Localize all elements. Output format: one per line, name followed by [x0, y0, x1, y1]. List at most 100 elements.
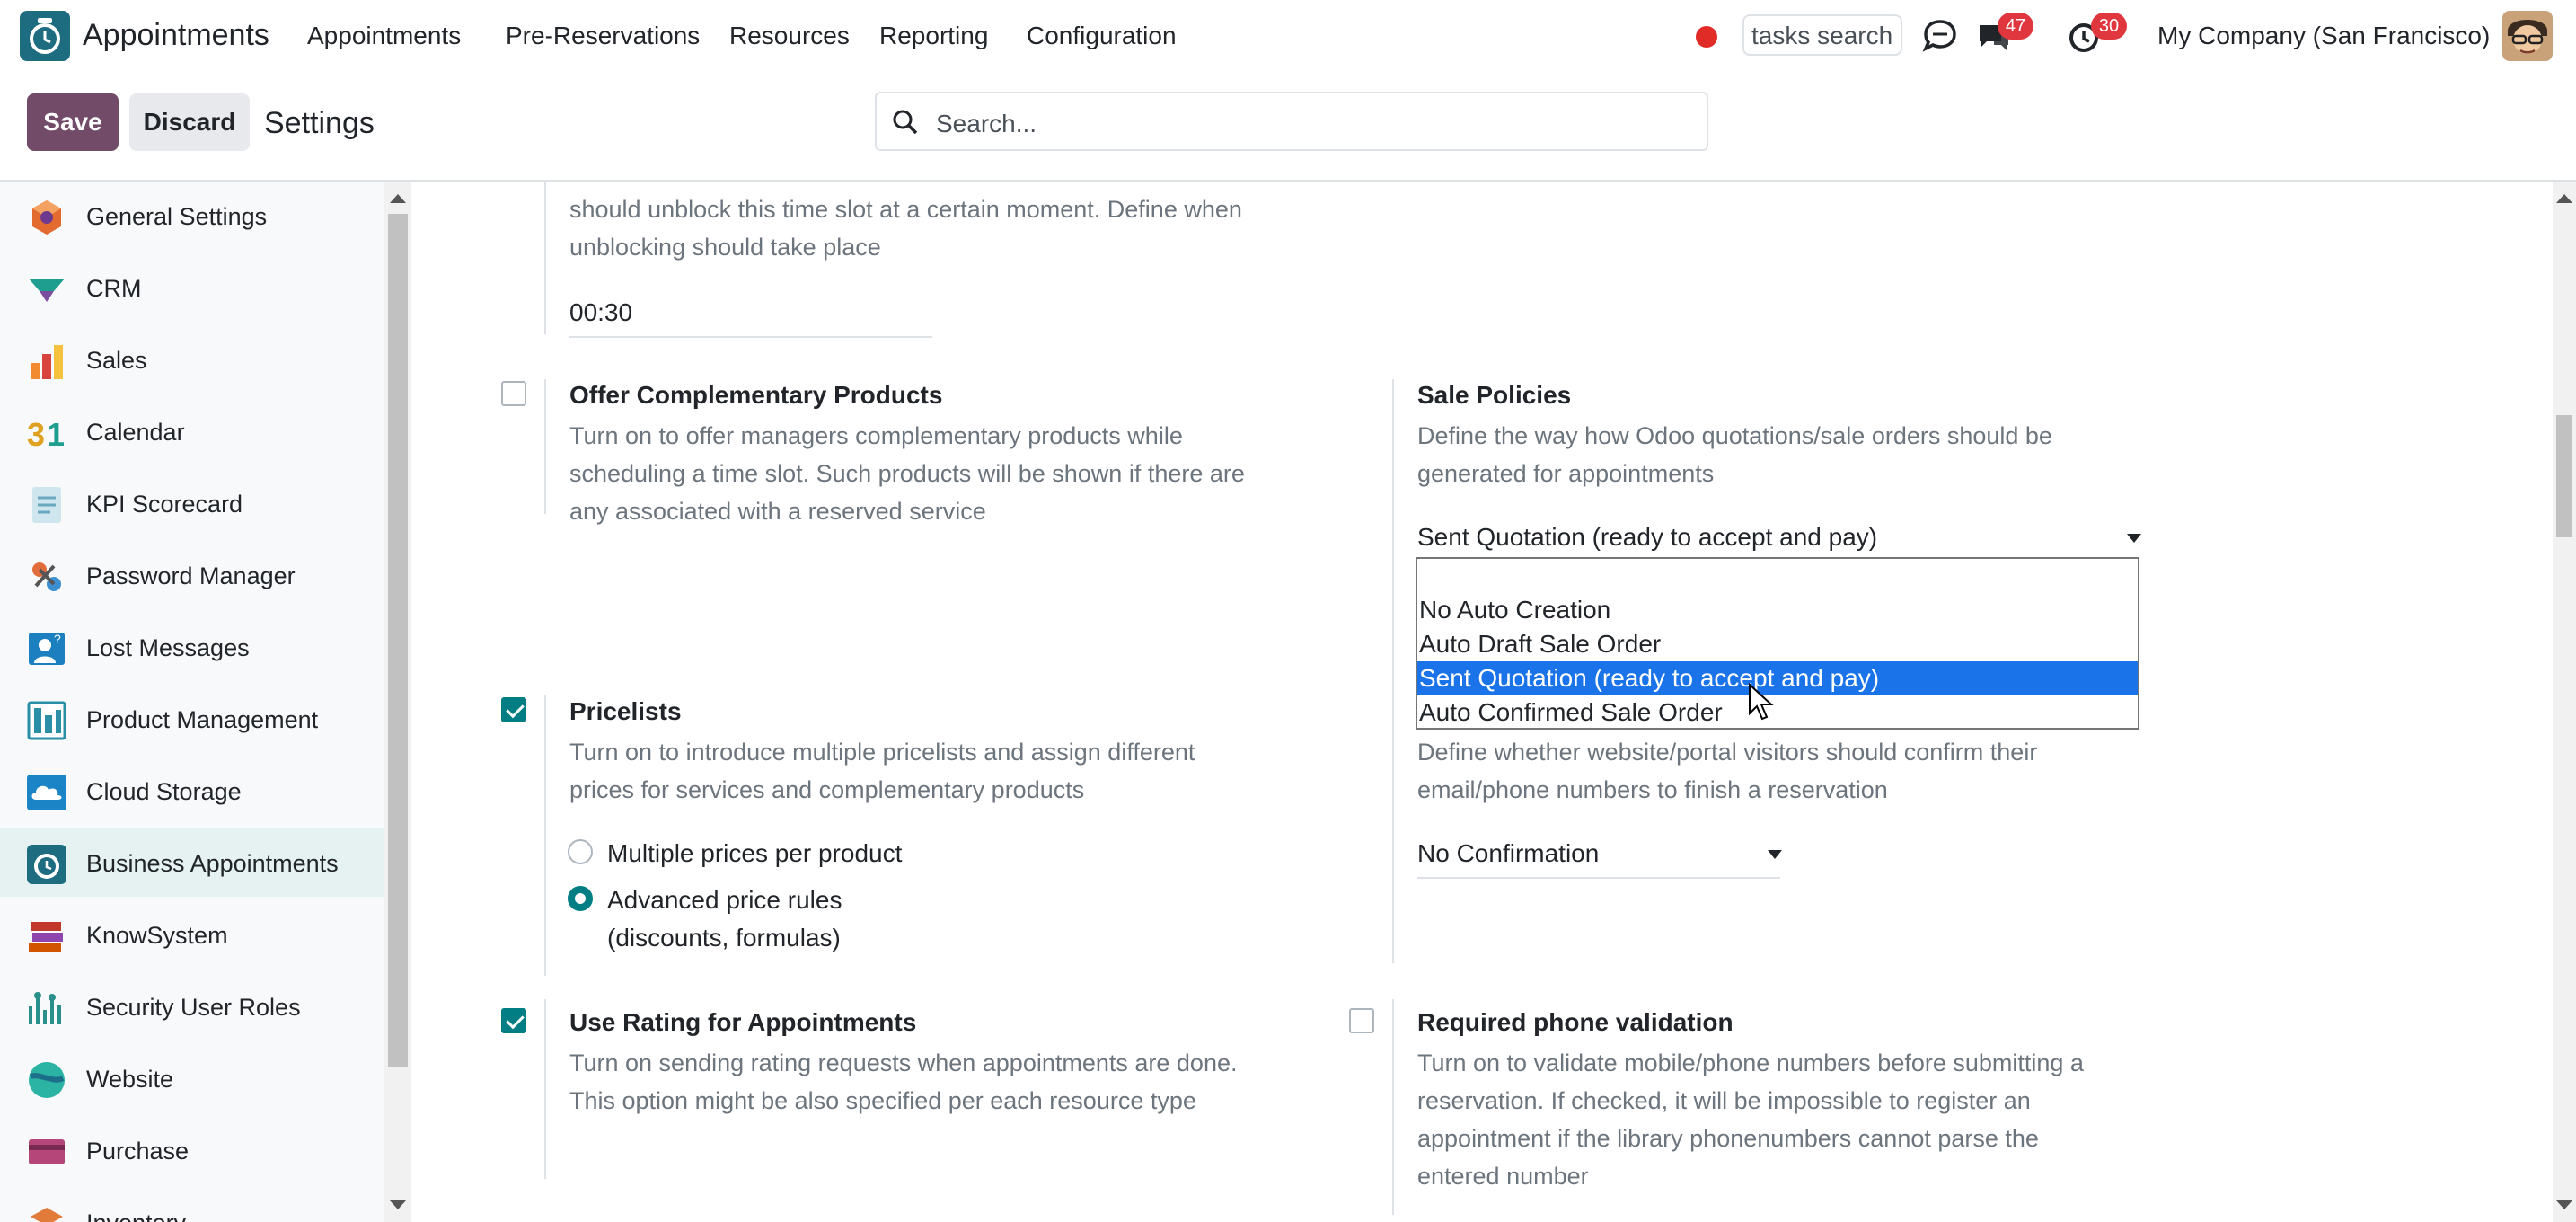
- dropdown-option[interactable]: Auto Draft Sale Order: [1417, 627, 2138, 661]
- section-divider: [1392, 999, 1394, 1215]
- sidebar-item-security-user-roles[interactable]: Security User Roles: [0, 972, 384, 1040]
- sale-policies-desc-line: generated for appointments: [1417, 460, 1715, 487]
- menu-resources[interactable]: Resources: [729, 22, 850, 50]
- dropdown-option[interactable]: No Auto Creation: [1417, 593, 2138, 627]
- pricelists-desc-line: prices for services and complementary pr…: [569, 776, 1085, 803]
- svg-text:?: ?: [54, 632, 61, 646]
- section-divider: [1392, 730, 1394, 963]
- sale-policies-title: Sale Policies: [1417, 381, 1572, 409]
- discuss-bubble-icon[interactable]: [1920, 16, 1960, 56]
- sidebar-item-website[interactable]: Website: [0, 1044, 384, 1112]
- sidebar-item-general-settings[interactable]: General Settings: [0, 182, 384, 250]
- sidebar-item-sales[interactable]: Sales: [0, 325, 384, 394]
- section-divider: [544, 182, 546, 334]
- user-avatar[interactable]: [2502, 11, 2553, 61]
- company-switcher[interactable]: My Company (San Francisco): [2157, 22, 2490, 50]
- sidebar-item-password-manager[interactable]: Password Manager: [0, 541, 384, 609]
- sidebar-scroll-thumb[interactable]: [388, 214, 408, 1067]
- menu-configuration[interactable]: Configuration: [1027, 22, 1177, 50]
- content-scrollbar[interactable]: [2553, 182, 2576, 1222]
- menu-appointments[interactable]: Appointments: [307, 22, 461, 50]
- recording-indicator-icon[interactable]: [1696, 26, 1717, 48]
- sidebar-item-cloud-storage[interactable]: Cloud Storage: [0, 757, 384, 825]
- sidebar-item-knowsystem[interactable]: KnowSystem: [0, 900, 384, 969]
- sidebar-item-product-management[interactable]: Product Management: [0, 685, 384, 753]
- sidebar-item-label: Product Management: [86, 706, 319, 733]
- product-management-icon: [27, 701, 66, 740]
- scroll-up-icon[interactable]: [2556, 194, 2572, 203]
- dropdown-option[interactable]: Auto Confirmed Sale Order: [1417, 695, 2138, 730]
- sidebar-item-label: KnowSystem: [86, 922, 228, 949]
- multiple-prices-radio[interactable]: [568, 839, 593, 864]
- security-user-roles-icon: [29, 992, 61, 1024]
- tasks-search-input[interactable]: tasks search: [1742, 14, 1902, 56]
- sidebar-item-label: Cloud Storage: [86, 778, 242, 805]
- sale-policies-dropdown[interactable]: No Auto Creation Auto Draft Sale Order S…: [1416, 557, 2139, 730]
- menu-pre-reservations[interactable]: Pre-Reservations: [506, 22, 700, 50]
- scroll-down-icon[interactable]: [2556, 1200, 2572, 1209]
- save-button[interactable]: Save: [27, 93, 119, 151]
- sidebar-item-calendar[interactable]: 3 1 Calendar: [0, 397, 384, 465]
- chevron-down-icon[interactable]: [1768, 850, 1782, 859]
- sidebar-item-lost-messages[interactable]: ? Lost Messages: [0, 613, 384, 681]
- content-scroll-thumb[interactable]: [2556, 415, 2572, 537]
- sidebar-item-crm[interactable]: CRM: [0, 253, 384, 322]
- advanced-price-rules-radio[interactable]: [568, 886, 593, 911]
- scroll-down-icon[interactable]: [390, 1200, 406, 1209]
- unblock-desc-line: unblocking should take place: [569, 234, 881, 261]
- complementary-products-title: Offer Complementary Products: [569, 381, 943, 409]
- sidebar-item-purchase[interactable]: Purchase: [0, 1116, 384, 1184]
- menu-reporting[interactable]: Reporting: [879, 22, 988, 50]
- use-rating-desc-line: This option might be also specified per …: [569, 1087, 1196, 1114]
- dropdown-option-empty[interactable]: [1417, 559, 2138, 593]
- sidebar-item-business-appointments[interactable]: Business Appointments: [0, 828, 384, 897]
- crm-icon: [29, 279, 65, 302]
- advanced-price-rules-label[interactable]: Advanced price rules: [607, 886, 842, 915]
- pricelists-checkbox[interactable]: [501, 697, 526, 722]
- search-input[interactable]: Search...: [875, 92, 1708, 151]
- app-name[interactable]: Appointments: [83, 18, 269, 53]
- sidebar-item-label: KPI Scorecard: [86, 491, 243, 518]
- phone-validation-desc-line: entered number: [1417, 1163, 1589, 1190]
- section-divider: [544, 379, 546, 514]
- discard-button[interactable]: Discard: [129, 93, 250, 151]
- sidebar-item-label: Business Appointments: [86, 850, 339, 877]
- purchase-icon: [29, 1139, 65, 1164]
- phone-validation-desc-line: appointment if the library phonenumbers …: [1417, 1125, 2039, 1152]
- complementary-products-checkbox[interactable]: [501, 381, 526, 406]
- phone-validation-title: Required phone validation: [1417, 1008, 1734, 1036]
- use-rating-title: Use Rating for Appointments: [569, 1008, 917, 1036]
- section-divider: [1392, 379, 1394, 730]
- sidebar-item-kpi-scorecard[interactable]: KPI Scorecard: [0, 469, 384, 537]
- svg-text:3: 3: [27, 416, 45, 453]
- chevron-down-icon[interactable]: [2127, 534, 2141, 543]
- activities-badge: 30: [2091, 13, 2127, 40]
- sidebar-item-label: Inventory: [86, 1209, 186, 1222]
- settings-sidebar: General Settings CRM Sales 3 1 Calendar …: [0, 182, 384, 1222]
- multiple-prices-label[interactable]: Multiple prices per product: [607, 839, 902, 868]
- sidebar-item-label: Password Manager: [86, 562, 296, 589]
- section-divider: [544, 999, 546, 1179]
- phone-validation-checkbox[interactable]: [1349, 1008, 1374, 1033]
- dropdown-option-selected[interactable]: Sent Quotation (ready to accept and pay): [1417, 661, 2138, 695]
- unblock-desc-line: should unblock this time slot at a certa…: [569, 196, 1242, 223]
- scroll-up-icon[interactable]: [390, 194, 406, 203]
- sidebar-item-label: General Settings: [86, 203, 268, 230]
- website-icon: [29, 1062, 65, 1098]
- kpi-scorecard-icon: [32, 487, 61, 523]
- control-panel: Save Discard Settings Search...: [0, 74, 2576, 182]
- pricelists-title: Pricelists: [569, 697, 682, 725]
- confirmation-desc-line: Define whether website/portal visitors s…: [1417, 739, 2038, 766]
- sidebar-scrollbar[interactable]: [384, 182, 411, 1222]
- sidebar-item-label: Website: [86, 1066, 174, 1093]
- appointments-app-icon[interactable]: [20, 11, 70, 61]
- confirmation-select[interactable]: No Confirmation: [1417, 839, 1780, 879]
- lost-messages-icon: ?: [29, 632, 65, 665]
- sidebar-item-label: Sales: [86, 347, 147, 374]
- sidebar-item-inventory[interactable]: Inventory: [0, 1188, 384, 1222]
- confirmation-desc-line: email/phone numbers to finish a reservat…: [1417, 776, 1888, 803]
- phone-validation-desc-line: reservation. If checked, it will be impo…: [1417, 1087, 2031, 1114]
- unblock-time-field[interactable]: 00:30: [569, 298, 932, 338]
- complementary-desc-line: scheduling a time slot. Such products wi…: [569, 460, 1245, 487]
- use-rating-checkbox[interactable]: [501, 1008, 526, 1033]
